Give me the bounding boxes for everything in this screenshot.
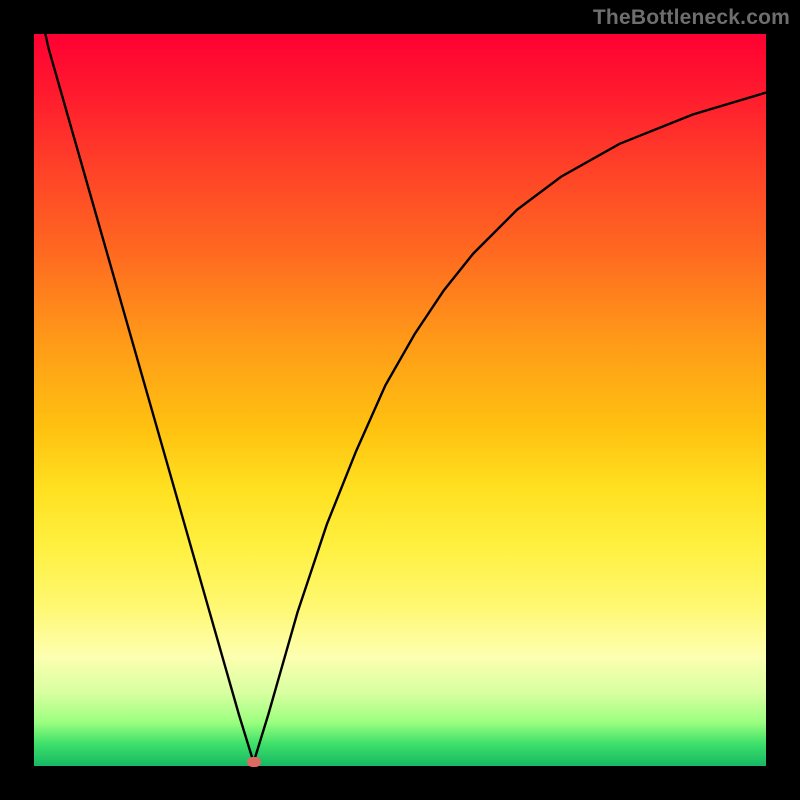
chart-frame: TheBottleneck.com xyxy=(0,0,800,800)
watermark-text: TheBottleneck.com xyxy=(593,6,790,30)
plot-area xyxy=(34,34,766,766)
optimal-point-marker xyxy=(247,757,261,767)
bottleneck-curve xyxy=(34,34,766,766)
curve-path xyxy=(34,34,766,762)
